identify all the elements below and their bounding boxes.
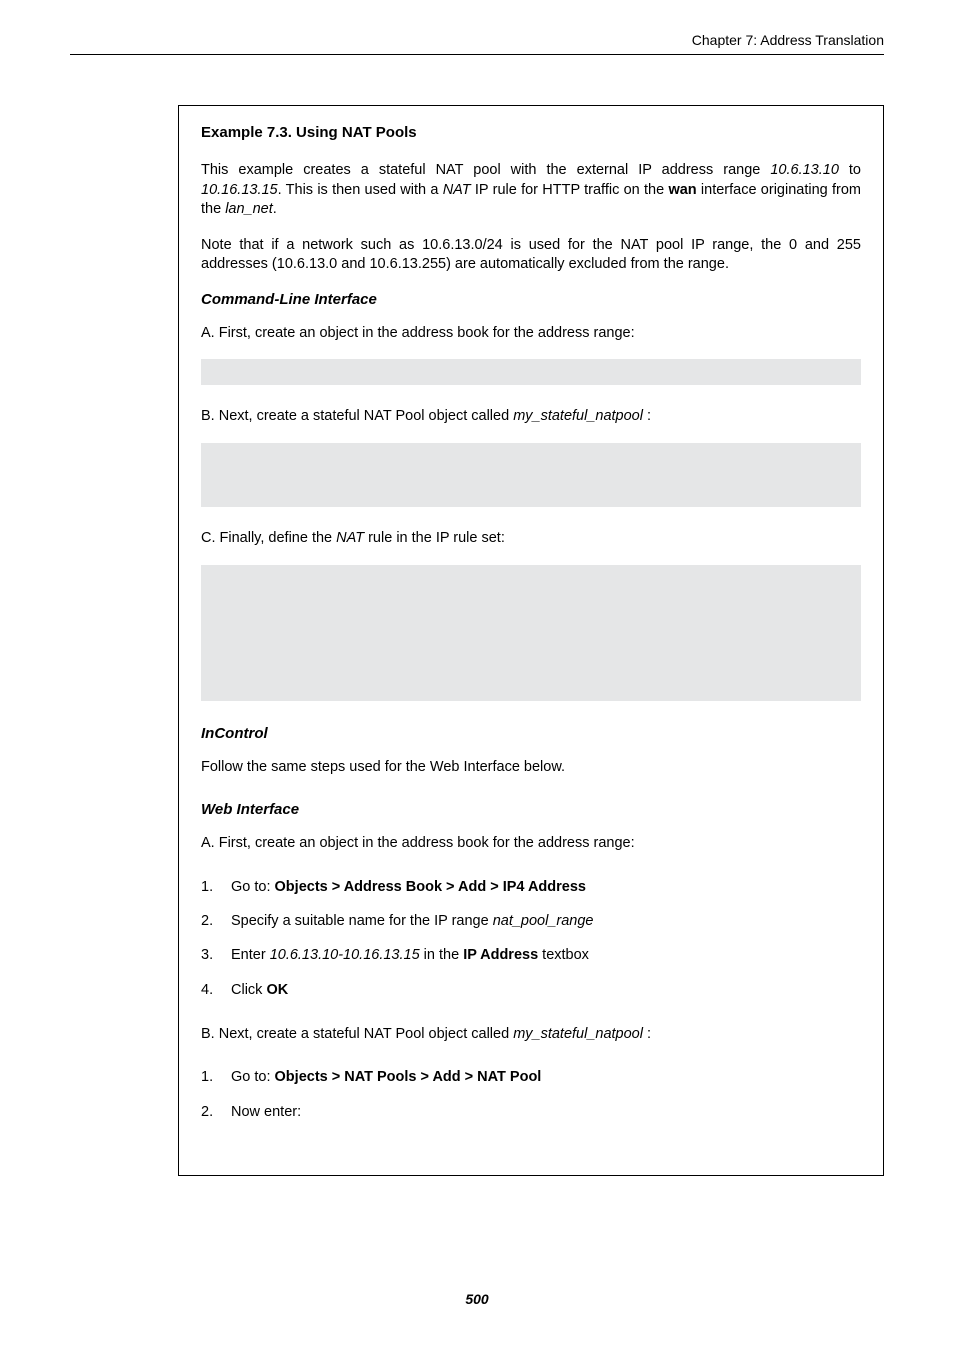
code-block-c	[201, 565, 861, 701]
example-intro-1: This example creates a stateful NAT pool…	[201, 161, 861, 220]
text: to	[839, 162, 861, 178]
ip-range-end: 10.16.13.15	[201, 182, 278, 198]
cli-step-b: B. Next, create a stateful NAT Pool obje…	[201, 407, 861, 427]
list-item: 1. Go to: Objects > Address Book > Add >…	[201, 870, 861, 904]
list-text: Specify a suitable name for the IP range…	[231, 911, 594, 931]
text: .	[273, 201, 277, 217]
web-steps-b-list: 1. Go to: Objects > NAT Pools > Add > NA…	[201, 1060, 861, 1129]
list-number: 2.	[201, 1102, 231, 1122]
page-number: 500	[0, 1291, 954, 1307]
code-block-b	[201, 443, 861, 507]
lan-net-label: lan_net	[225, 201, 273, 217]
list-number: 1.	[201, 877, 231, 897]
list-item: 2. Now enter:	[201, 1095, 861, 1129]
text: . This is then used with a	[278, 182, 443, 198]
nat-label: NAT	[443, 182, 471, 198]
text: rule in the IP rule set:	[364, 530, 505, 546]
nat-label: NAT	[336, 530, 364, 546]
text: IP rule for HTTP traffic on the	[471, 182, 669, 198]
web-step-b: B. Next, create a stateful NAT Pool obje…	[201, 1025, 861, 1045]
text: B. Next, create a stateful NAT Pool obje…	[201, 1026, 513, 1042]
list-number: 4.	[201, 980, 231, 1000]
list-item: 3. Enter 10.6.13.10-10.16.13.15 in the I…	[201, 938, 861, 972]
text: B. Next, create a stateful NAT Pool obje…	[201, 408, 513, 424]
cli-heading: Command-Line Interface	[201, 291, 861, 308]
example-title: Example 7.3. Using NAT Pools	[201, 124, 861, 141]
list-item: 2. Specify a suitable name for the IP ra…	[201, 904, 861, 938]
list-item: 4. Click OK	[201, 973, 861, 1007]
list-number: 3.	[201, 945, 231, 965]
example-intro-2: Note that if a network such as 10.6.13.0…	[201, 236, 861, 275]
list-text: Go to: Objects > Address Book > Add > IP…	[231, 877, 586, 897]
list-text: Click OK	[231, 980, 288, 1000]
web-interface-heading: Web Interface	[201, 801, 861, 818]
text: C. Finally, define the	[201, 530, 336, 546]
wan-label: wan	[668, 182, 696, 198]
list-number: 2.	[201, 911, 231, 931]
web-step-a: A. First, create an object in the addres…	[201, 834, 861, 854]
code-block-a	[201, 359, 861, 385]
example-box: Example 7.3. Using NAT Pools This exampl…	[178, 105, 884, 1176]
text: :	[647, 408, 651, 424]
list-number: 1.	[201, 1067, 231, 1087]
text: This example creates a stateful NAT pool…	[201, 162, 770, 178]
text: :	[647, 1026, 651, 1042]
list-item: 1. Go to: Objects > NAT Pools > Add > NA…	[201, 1060, 861, 1094]
list-text: Go to: Objects > NAT Pools > Add > NAT P…	[231, 1067, 541, 1087]
web-steps-a-list: 1. Go to: Objects > Address Book > Add >…	[201, 870, 861, 1007]
chapter-header: Chapter 7: Address Translation	[70, 32, 884, 55]
list-text: Now enter:	[231, 1102, 301, 1122]
cli-step-c: C. Finally, define the NAT rule in the I…	[201, 529, 861, 549]
incontrol-heading: InControl	[201, 725, 861, 742]
natpool-name: my_stateful_natpool	[513, 408, 647, 424]
natpool-name: my_stateful_natpool	[513, 1026, 647, 1042]
cli-step-a: A. First, create an object in the addres…	[201, 324, 861, 344]
list-text: Enter 10.6.13.10-10.16.13.15 in the IP A…	[231, 945, 589, 965]
ip-range-start: 10.6.13.10	[770, 162, 839, 178]
incontrol-text: Follow the same steps used for the Web I…	[201, 758, 861, 778]
